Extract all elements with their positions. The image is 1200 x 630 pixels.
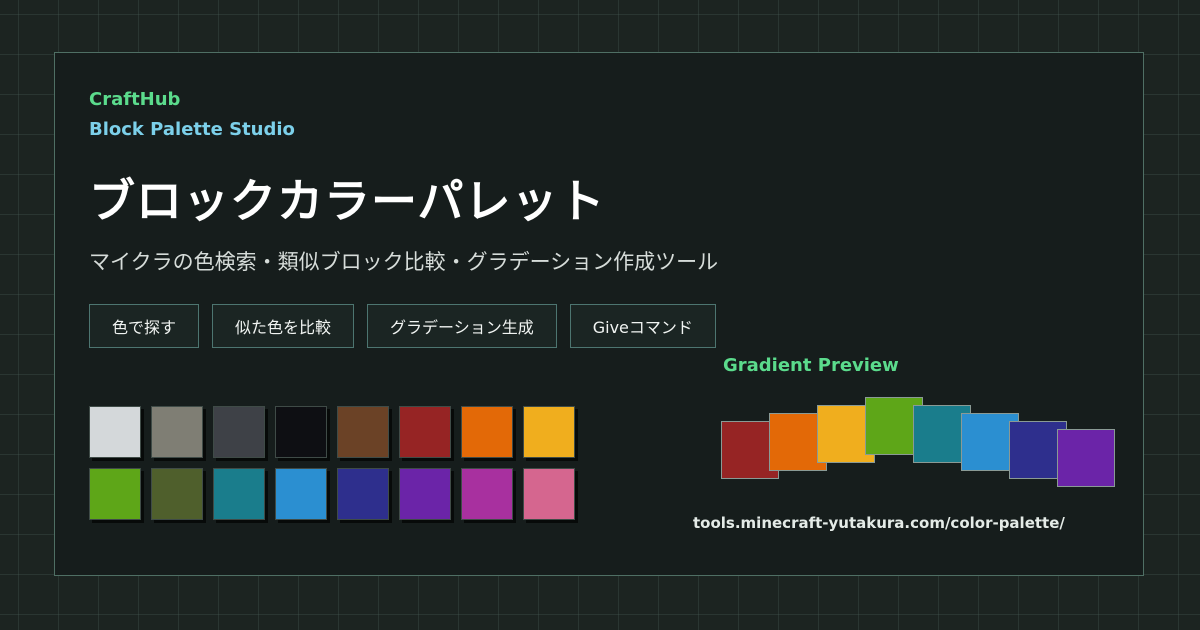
color-swatch[interactable] (89, 406, 141, 458)
color-swatch[interactable] (213, 406, 265, 458)
gradient-preview-label: Gradient Preview (723, 355, 899, 376)
hero-card: CraftHub Block Palette Studio ブロックカラーパレッ… (54, 52, 1144, 576)
page-title: ブロックカラーパレット (89, 174, 606, 228)
color-swatch[interactable] (523, 468, 575, 520)
color-swatch[interactable] (151, 406, 203, 458)
color-swatch[interactable] (337, 406, 389, 458)
color-swatch-grid (89, 406, 575, 520)
color-swatch[interactable] (275, 468, 327, 520)
feature-buttons: 色で探す 似た色を比較 グラデーション生成 Giveコマンド (89, 304, 716, 348)
color-swatch[interactable] (461, 468, 513, 520)
site-url: tools.minecraft-yutakura.com/color-palet… (693, 514, 1065, 532)
color-swatch[interactable] (461, 406, 513, 458)
product-name: Block Palette Studio (89, 119, 295, 140)
color-swatch[interactable] (89, 468, 141, 520)
page-subtitle: マイクラの色検索・類似ブロック比較・グラデーション作成ツール (89, 250, 719, 274)
color-swatch[interactable] (213, 468, 265, 520)
color-swatch[interactable] (523, 406, 575, 458)
color-swatch[interactable] (275, 406, 327, 458)
search-by-color-button[interactable]: 色で探す (89, 304, 200, 348)
gradient-generate-button[interactable]: グラデーション生成 (367, 304, 557, 348)
give-command-button[interactable]: Giveコマンド (569, 304, 716, 348)
color-swatch[interactable] (399, 468, 451, 520)
color-swatch[interactable] (399, 406, 451, 458)
compare-similar-button[interactable]: 似た色を比較 (212, 304, 355, 348)
color-swatch[interactable] (151, 468, 203, 520)
brand-name: CraftHub (89, 89, 181, 110)
gradient-block (1057, 429, 1115, 487)
color-swatch[interactable] (337, 468, 389, 520)
